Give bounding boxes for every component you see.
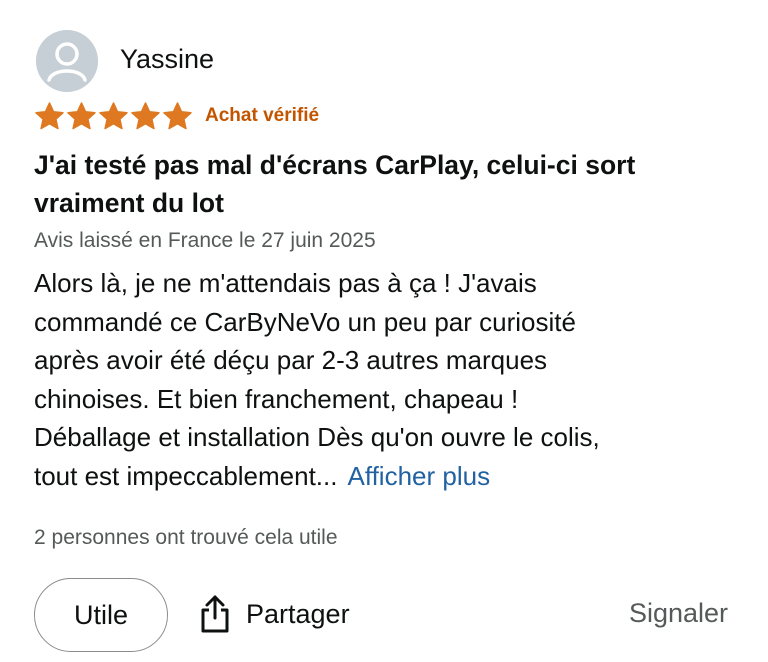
share-icon <box>201 595 229 633</box>
verified-purchase-badge: Achat vérifié <box>205 105 320 126</box>
review-title-line: vraiment du lot <box>34 188 224 218</box>
review-body-line: commandé ce CarByNeVo un peu par curiosi… <box>34 306 576 337</box>
show-more-link[interactable]: Afficher plus <box>347 461 490 491</box>
star-icon <box>67 102 96 130</box>
review-body-line: Déballage et installation Dès qu'on ouvr… <box>34 422 600 452</box>
star-icon <box>35 102 64 130</box>
helpful-count-text: 2 personnes ont trouvé cela utile <box>34 526 338 549</box>
review-body: Alors là, je ne m'attendais pas à ça ! J… <box>34 264 734 495</box>
review-author[interactable]: Yassine <box>120 44 214 75</box>
review-title-line: J'ai testé pas mal d'écrans CarPlay, cel… <box>34 150 636 180</box>
star-icon <box>131 102 160 130</box>
review-body-line: chinoises. Et bien franchement, chapeau … <box>34 383 519 414</box>
helpful-button[interactable]: Utile <box>34 578 168 652</box>
review-body-line: après avoir été déçu par 2-3 autres marq… <box>34 345 548 375</box>
review-meta: Avis laissé en France le 27 juin 2025 <box>34 229 376 252</box>
avatar <box>36 30 98 92</box>
review-body-line-last: tout est impeccablement... Afficher plus <box>34 457 734 496</box>
review-title[interactable]: J'ai testé pas mal d'écrans CarPlay, cel… <box>34 146 724 222</box>
star-icon <box>99 102 128 130</box>
review-body-text: tout est impeccablement... <box>34 460 338 491</box>
star-icon <box>163 102 192 130</box>
user-avatar-icon <box>36 30 98 92</box>
share-button[interactable]: Partager <box>198 594 350 634</box>
report-link[interactable]: Signaler <box>629 598 728 629</box>
review-body-line: Alors là, je ne m'attendais pas à ça ! J… <box>34 268 537 298</box>
star-rating[interactable] <box>34 101 194 133</box>
share-label: Partager <box>246 598 350 629</box>
